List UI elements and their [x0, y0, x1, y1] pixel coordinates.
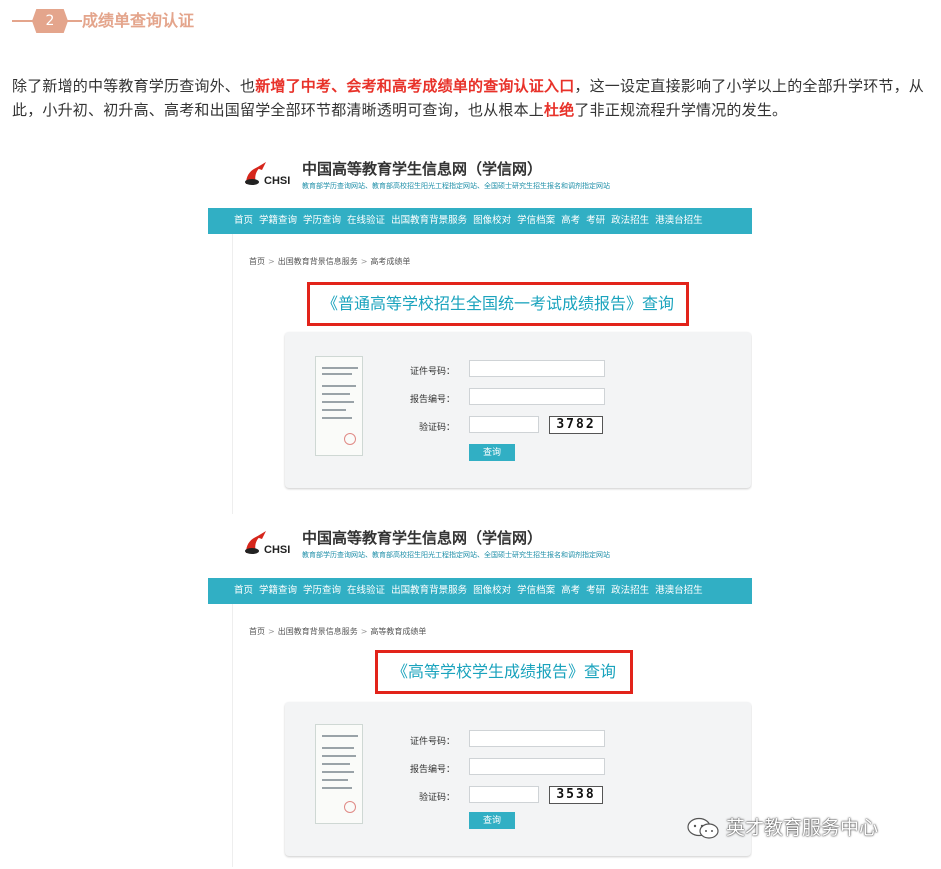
report-number-input[interactable] [469, 758, 605, 775]
breadcrumb-home[interactable]: 首页 [249, 257, 265, 266]
nav-item-archive[interactable]: 学信档案 [511, 578, 555, 604]
nav-item-gangaotai[interactable]: 港澳台招生 [649, 208, 703, 234]
captcha-label: 验证码： [418, 793, 455, 803]
breadcrumb-current: 高考成绩单 [370, 257, 411, 266]
sample-report-image [315, 724, 363, 824]
site-nav-bar: 首页 学籍查询 学历查询 在线验证 出国教育背景服务 图像校对 学信档案 高考 … [208, 208, 752, 252]
report-title: 《高等学校学生成绩报告》查询 [375, 650, 633, 694]
nav-item-image[interactable]: 图像校对 [467, 578, 511, 604]
breadcrumb-separator: > [360, 257, 368, 266]
site-header: CHSI 中国高等教育学生信息网（学信网） 教育部学历查询网站、教育部高校招生阳… [208, 521, 752, 577]
report-number-label: 报告编号： [409, 765, 455, 775]
nav-item-abroad[interactable]: 出国教育背景服务 [385, 208, 467, 234]
nav-item-kaoyan[interactable]: 考研 [580, 578, 605, 604]
report-number-label: 报告编号： [409, 395, 455, 405]
report-title: 《普通高等学校招生全国统一考试成绩报告》查询 [307, 282, 689, 326]
nav-item-home[interactable]: 首页 [208, 578, 253, 604]
id-number-input[interactable] [469, 360, 605, 377]
para-highlight-1: 新增了中考、会考和高考成绩单的查询认证入口 [255, 77, 575, 95]
nav-item-zhengfa[interactable]: 政法招生 [605, 208, 649, 234]
intro-paragraph: 除了新增的中等教育学历查询外、也新增了中考、会考和高考成绩单的查询认证入口，这一… [12, 74, 934, 122]
nav-item-home[interactable]: 首页 [208, 208, 253, 234]
screenshot-higher-edu-report: CHSI 中国高等教育学生信息网（学信网） 教育部学历查询网站、教育部高校招生阳… [208, 521, 752, 867]
nav-item-abroad[interactable]: 出国教育背景服务 [385, 578, 467, 604]
query-form: 证件号码： 报告编号： 验证码： 3538 查询 [285, 702, 751, 856]
wechat-icon [687, 817, 719, 839]
captcha-input[interactable] [469, 416, 539, 433]
site-title: 中国高等教育学生信息网（学信网） [302, 160, 543, 178]
breadcrumb-separator: > [360, 627, 368, 636]
nav-item-xueji[interactable]: 学籍查询 [253, 578, 297, 604]
id-number-label: 证件号码： [409, 367, 455, 377]
site-header: CHSI 中国高等教育学生信息网（学信网） 教育部学历查询网站、教育部高校招生阳… [208, 152, 752, 208]
nav-item-archive[interactable]: 学信档案 [511, 208, 555, 234]
breadcrumb-separator: > [268, 257, 275, 266]
site-title: 中国高等教育学生信息网（学信网） [302, 529, 543, 547]
site-nav-bar: 首页 学籍查询 学历查询 在线验证 出国教育背景服务 图像校对 学信档案 高考 … [208, 578, 752, 622]
chsi-logo-text: CHSI [264, 544, 291, 556]
captcha-label: 验证码： [418, 423, 455, 433]
captcha-image[interactable]: 3782 [549, 416, 603, 434]
breadcrumb-separator: > [268, 627, 275, 636]
para-text-1: 除了新增的中等教育学历查询外、也 [12, 77, 256, 95]
query-button[interactable]: 查询 [469, 444, 515, 461]
captcha-image[interactable]: 3538 [549, 786, 603, 804]
nav-item-gaokao[interactable]: 高考 [555, 208, 580, 234]
nav-item-gaokao[interactable]: 高考 [555, 578, 580, 604]
nav-item-verify[interactable]: 在线验证 [341, 208, 385, 234]
para-text-3: 了非正规流程升学情况的发生。 [574, 101, 788, 119]
breadcrumb-abroad[interactable]: 出国教育背景信息服务 [278, 627, 358, 636]
nav-item-kaoyan[interactable]: 考研 [580, 208, 605, 234]
chsi-logo-text: CHSI [264, 175, 291, 187]
id-number-input[interactable] [469, 730, 605, 747]
section-title: 成绩单查询认证 [82, 11, 195, 30]
captcha-input[interactable] [469, 786, 539, 803]
screenshot-gaokao-report: CHSI 中国高等教育学生信息网（学信网） 教育部学历查询网站、教育部高校招生阳… [208, 152, 752, 514]
nav-item-gangaotai[interactable]: 港澳台招生 [649, 578, 703, 604]
page-content: 首页 > 出国教育背景信息服务 > 高等教育成绩单 《高等学校学生成绩报告》查询 证件号… [232, 604, 752, 867]
breadcrumb-home[interactable]: 首页 [249, 627, 265, 636]
query-form: 证件号码： 报告编号： 验证码： 3782 查询 [285, 332, 751, 488]
nav-item-image[interactable]: 图像校对 [467, 208, 511, 234]
nav-item-xueli[interactable]: 学历查询 [297, 208, 341, 234]
breadcrumb: 首页 > 出国教育背景信息服务 > 高等教育成绩单 [249, 626, 426, 637]
breadcrumb: 首页 > 出国教育背景信息服务 > 高考成绩单 [249, 256, 410, 267]
nav-item-zhengfa[interactable]: 政法招生 [605, 578, 649, 604]
nav-item-xueji[interactable]: 学籍查询 [253, 208, 297, 234]
breadcrumb-current: 高等教育成绩单 [370, 627, 427, 636]
report-number-input[interactable] [469, 388, 605, 405]
sample-report-image [315, 356, 363, 456]
query-button[interactable]: 查询 [469, 812, 515, 829]
para-highlight-2: 杜绝 [544, 101, 575, 119]
site-subtitle: 教育部学历查询网站、教育部高校招生阳光工程指定网站、全国硕士研究生招生报名和调剂… [302, 551, 610, 559]
site-subtitle: 教育部学历查询网站、教育部高校招生阳光工程指定网站、全国硕士研究生招生报名和调剂… [302, 182, 610, 190]
page-content: 首页 > 出国教育背景信息服务 > 高考成绩单 《普通高等学校招生全国统一考试成绩报告》… [232, 234, 752, 514]
breadcrumb-abroad[interactable]: 出国教育背景信息服务 [278, 257, 358, 266]
section-header: 2 成绩单查询认证 [12, 6, 312, 36]
watermark-text: 英才教育服务中心 [726, 817, 879, 839]
id-number-label: 证件号码： [409, 737, 455, 747]
nav-item-verify[interactable]: 在线验证 [341, 578, 385, 604]
section-number-badge: 2 [32, 9, 68, 33]
nav-item-xueli[interactable]: 学历查询 [297, 578, 341, 604]
